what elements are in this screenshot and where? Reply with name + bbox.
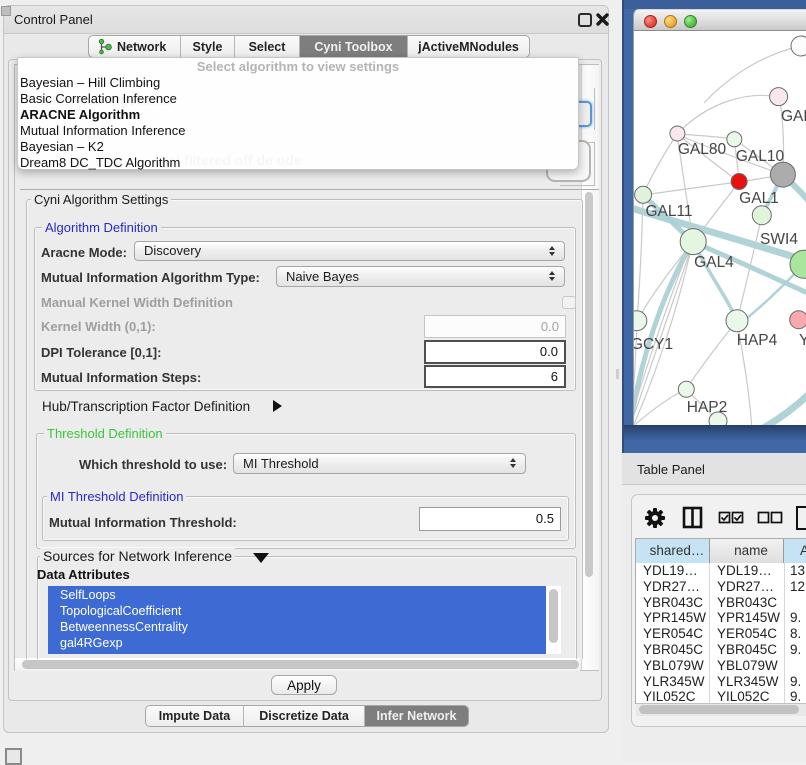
svg-text:GAL1: GAL1 xyxy=(739,190,779,207)
svg-text:Y: Y xyxy=(799,332,806,349)
svg-text:HAP2: HAP2 xyxy=(687,399,728,416)
svg-text:GAL10: GAL10 xyxy=(736,148,785,165)
svg-text:GAL7: GAL7 xyxy=(781,108,806,125)
svg-text:GCY1: GCY1 xyxy=(634,336,673,353)
svg-text:GAL4: GAL4 xyxy=(694,254,734,271)
svg-text:GAL11: GAL11 xyxy=(645,203,692,220)
svg-text:SWI4: SWI4 xyxy=(760,231,798,248)
svg-text:GAL80: GAL80 xyxy=(678,141,727,158)
svg-text:HAP4: HAP4 xyxy=(737,332,778,349)
